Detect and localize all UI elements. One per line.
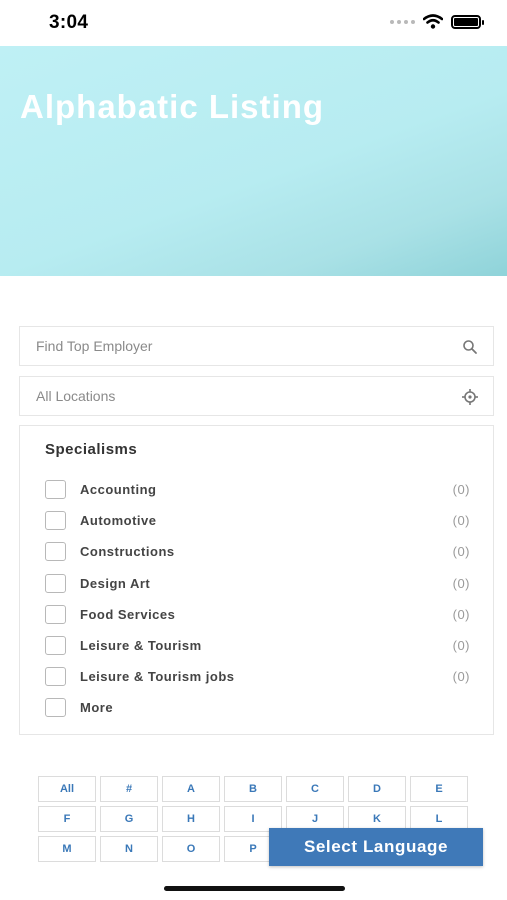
wifi-icon [423, 14, 443, 29]
specialism-item[interactable]: Food Services (0) [45, 599, 470, 630]
specialism-label: Food Services [80, 606, 176, 622]
cellular-signal-icon [390, 19, 415, 24]
letter-button[interactable]: A [162, 776, 220, 802]
letter-button[interactable]: G [100, 806, 158, 832]
letter-button[interactable]: C [286, 776, 344, 802]
select-language-button[interactable]: Select Language [269, 828, 483, 866]
specialism-count: (0) [452, 606, 470, 622]
letter-button[interactable]: H [162, 806, 220, 832]
specialism-more[interactable]: More [45, 692, 470, 723]
specialism-label: Automotive [80, 513, 157, 529]
employer-search-field[interactable] [19, 326, 494, 366]
specialism-label: Design Art [80, 575, 151, 591]
checkbox[interactable] [45, 573, 66, 593]
specialism-item[interactable]: Leisure & Tourism jobs (0) [45, 661, 470, 692]
specialism-count: (0) [452, 513, 470, 529]
home-indicator[interactable] [164, 886, 345, 891]
specialisms-title: Specialisms [45, 441, 138, 458]
letter-button[interactable]: B [224, 776, 282, 802]
letter-button[interactable]: # [100, 776, 158, 802]
specialism-item[interactable]: Constructions (0) [45, 536, 470, 567]
status-time: 3:04 [49, 12, 89, 33]
specialism-item[interactable]: Automotive (0) [45, 505, 470, 536]
specialism-label: More [80, 700, 114, 716]
checkbox[interactable] [45, 667, 66, 687]
letter-button[interactable]: D [348, 776, 406, 802]
letter-button[interactable]: N [100, 836, 158, 862]
letter-button[interactable]: M [38, 836, 96, 862]
page-title: Alphabatic Listing [20, 88, 325, 125]
specialism-item[interactable]: Leisure & Tourism (0) [45, 630, 470, 661]
checkbox[interactable] [45, 698, 66, 718]
letter-button[interactable]: F [38, 806, 96, 832]
location-field[interactable] [19, 376, 494, 416]
checkbox[interactable] [45, 604, 66, 624]
specialisms-list: Accounting (0) Automotive (0) Constructi… [45, 474, 470, 724]
specialism-item[interactable]: Design Art (0) [45, 568, 470, 599]
search-icon[interactable] [461, 338, 479, 356]
status-bar: 3:04 [0, 0, 507, 46]
specialism-label: Leisure & Tourism [80, 638, 202, 654]
hero-banner: Alphabatic Listing [0, 46, 507, 276]
specialism-count: (0) [452, 544, 470, 560]
specialism-count: (0) [452, 669, 470, 685]
specialism-label: Accounting [80, 482, 157, 498]
specialism-label: Constructions [80, 544, 175, 560]
specialisms-panel: Specialisms Accounting (0) Automotive (0… [19, 425, 494, 735]
letter-button[interactable]: E [410, 776, 468, 802]
specialism-count: (0) [452, 575, 470, 591]
checkbox[interactable] [45, 636, 66, 656]
specialism-label: Leisure & Tourism jobs [80, 669, 235, 685]
letter-button[interactable]: All [38, 776, 96, 802]
crosshair-icon[interactable] [461, 388, 479, 406]
battery-icon [451, 14, 484, 29]
letter-button[interactable]: O [162, 836, 220, 862]
specialism-item[interactable]: Accounting (0) [45, 474, 470, 505]
specialism-count: (0) [452, 638, 470, 654]
checkbox[interactable] [45, 480, 66, 500]
status-icons [390, 14, 484, 29]
checkbox[interactable] [45, 511, 66, 531]
specialism-count: (0) [452, 482, 470, 498]
checkbox[interactable] [45, 542, 66, 562]
employer-search-input[interactable] [20, 327, 493, 365]
location-input[interactable] [20, 377, 493, 415]
